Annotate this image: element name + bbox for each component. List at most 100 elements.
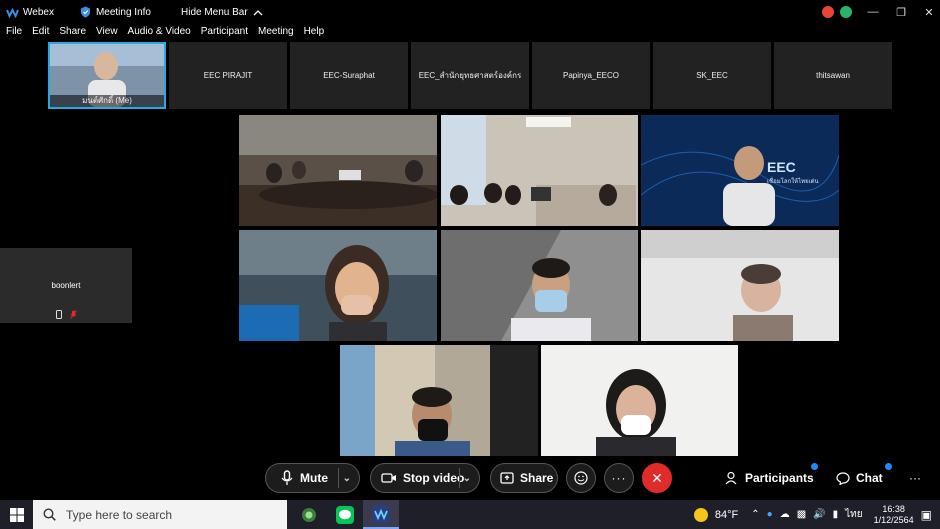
video-tile-office-group[interactable] <box>441 115 638 226</box>
app-name: Webex <box>23 6 54 18</box>
divider <box>338 468 339 488</box>
clock-time: 16:38 <box>882 503 905 514</box>
participant-video <box>441 230 638 341</box>
mute-button[interactable]: Mute ⌄ <box>265 463 360 493</box>
webex-app-icon <box>372 504 390 523</box>
chevron-up-icon[interactable]: ⌃ <box>751 509 759 520</box>
taskbar-app-webex[interactable] <box>363 500 399 529</box>
smiley-icon <box>574 471 588 485</box>
restore-icon[interactable]: ❐ <box>894 5 908 19</box>
self-video-tile[interactable]: มนต์ศักดิ์ (Me) <box>48 42 166 109</box>
meeting-info-label: Meeting Info <box>95 6 151 18</box>
video-tile-older-woman[interactable] <box>641 230 839 341</box>
tray-app-icon[interactable]: ● <box>767 509 773 520</box>
participant-name: SK_EEC <box>696 71 728 80</box>
chat-bubble-icon <box>836 471 850 485</box>
mic-muted-icon <box>69 310 77 319</box>
chat-button[interactable]: Chat <box>836 463 883 493</box>
windows-logo-icon <box>9 507 24 522</box>
shield-icon <box>80 6 90 18</box>
start-button[interactable] <box>0 500 33 529</box>
taskbar-search-input[interactable]: Type here to search <box>33 500 287 529</box>
video-tile-eec-background[interactable]: EEC เชื่อมโลกให้ไทยเด่น <box>641 115 839 226</box>
taskbar-app-android-emulator[interactable] <box>291 500 327 529</box>
share-button[interactable]: Share <box>490 463 558 493</box>
filmstrip-tile[interactable]: thitsawan <box>774 42 892 109</box>
menu-edit[interactable]: Edit <box>32 26 49 42</box>
participants-icon <box>725 471 737 485</box>
minimize-icon[interactable]: — <box>866 5 880 19</box>
system-tray: 84°F ⌃ ● ☁ ▩ 🔊 ▮ ไทย 16:38 1/12/2564 ▣ <box>693 500 940 529</box>
more-panels-button[interactable]: ··· <box>909 463 921 493</box>
menu-participant[interactable]: Participant <box>201 26 248 42</box>
weather-icon[interactable] <box>693 507 708 522</box>
video-tile-man-masked[interactable] <box>441 230 638 341</box>
android-app-icon <box>302 507 316 522</box>
participants-label: Participants <box>745 471 814 485</box>
taskbar-app-line[interactable] <box>327 500 363 529</box>
participant-name: boonlert <box>51 281 81 290</box>
volume-icon[interactable]: 🔊 <box>813 509 825 520</box>
title-bar: Webex Meeting Info Hide Menu Bar — ❐ ✕ <box>0 0 940 24</box>
temperature-label: 84°F <box>714 508 739 521</box>
participant-name: EEC-Suraphat <box>323 71 375 80</box>
video-camera-icon <box>381 473 396 483</box>
participant-video <box>641 115 839 226</box>
filmstrip-tile[interactable]: EEC_สำนักยุทธศาสตร์องค์กร <box>411 42 529 109</box>
participant-video <box>541 345 738 456</box>
window-controls: — ❐ ✕ <box>822 0 936 24</box>
battery-icon[interactable]: ▮ <box>833 509 839 520</box>
line-app-icon <box>336 505 354 524</box>
chevron-down-icon[interactable]: ⌄ <box>343 473 351 484</box>
taskbar-clock[interactable]: 16:38 1/12/2564 <box>874 504 914 526</box>
leave-meeting-button[interactable]: ✕ <box>642 463 672 493</box>
notification-center-icon[interactable]: ▣ <box>921 508 932 522</box>
stop-video-button[interactable]: Stop video ⌄ <box>370 463 480 493</box>
participant-tile-boonlert[interactable]: boonlert <box>0 248 132 323</box>
input-language[interactable]: ไทย <box>845 507 862 522</box>
menu-help[interactable]: Help <box>304 26 325 42</box>
meeting-info-button[interactable]: Meeting Info <box>80 6 151 18</box>
menu-file[interactable]: File <box>6 26 22 42</box>
webex-logo-icon <box>6 7 19 18</box>
mute-label: Mute <box>300 471 328 485</box>
network-icon[interactable]: ▩ <box>797 509 806 520</box>
chevron-down-icon[interactable]: ⌄ <box>463 473 471 484</box>
more-icon: ··· <box>909 471 921 485</box>
hide-menu-label: Hide Menu Bar <box>181 6 248 18</box>
filmstrip-tile[interactable]: Papinya_EECO <box>532 42 650 109</box>
divider <box>459 468 460 488</box>
video-tile-woman-masked[interactable] <box>239 230 437 341</box>
filmstrip-tile[interactable]: EEC-Suraphat <box>290 42 408 109</box>
recording-indicator-icon <box>822 6 834 18</box>
filmstrip-tile[interactable]: EEC PIRAJIT <box>169 42 287 109</box>
reactions-button[interactable] <box>566 463 596 493</box>
chat-notification-dot <box>885 463 892 470</box>
more-icon: ··· <box>611 471 627 485</box>
search-placeholder: Type here to search <box>66 507 173 522</box>
cloud-icon[interactable]: ☁ <box>780 509 790 520</box>
filmstrip-tile[interactable]: SK_EEC <box>653 42 771 109</box>
participant-name: EEC_สำนักยุทธศาสตร์องค์กร <box>418 71 522 80</box>
video-tile-man-office[interactable] <box>340 345 538 456</box>
close-icon: ✕ <box>651 469 663 486</box>
menu-share[interactable]: Share <box>59 26 86 42</box>
hide-menu-bar-button[interactable]: Hide Menu Bar <box>181 7 268 18</box>
menu-bar: File Edit Share View Audio & Video Parti… <box>0 26 328 42</box>
microphone-icon <box>281 470 293 485</box>
video-tile-meeting-room[interactable] <box>239 115 437 226</box>
menu-meeting[interactable]: Meeting <box>258 26 294 42</box>
meeting-controls: Mute ⌄ Stop video ⌄ Share ··· ✕ Particip… <box>0 458 940 498</box>
participants-button[interactable]: Participants <box>725 463 814 493</box>
menu-view[interactable]: View <box>96 26 118 42</box>
video-tile-woman-glasses[interactable] <box>541 345 738 456</box>
participants-notification-dot <box>811 463 818 470</box>
chat-label: Chat <box>856 471 883 485</box>
more-options-button[interactable]: ··· <box>604 463 634 493</box>
share-screen-icon <box>500 472 514 484</box>
menu-audio-video[interactable]: Audio & Video <box>128 26 191 42</box>
clock-date: 1/12/2564 <box>873 514 914 525</box>
close-icon[interactable]: ✕ <box>922 5 936 19</box>
network-health-icon[interactable] <box>840 6 852 18</box>
search-icon <box>43 508 56 521</box>
